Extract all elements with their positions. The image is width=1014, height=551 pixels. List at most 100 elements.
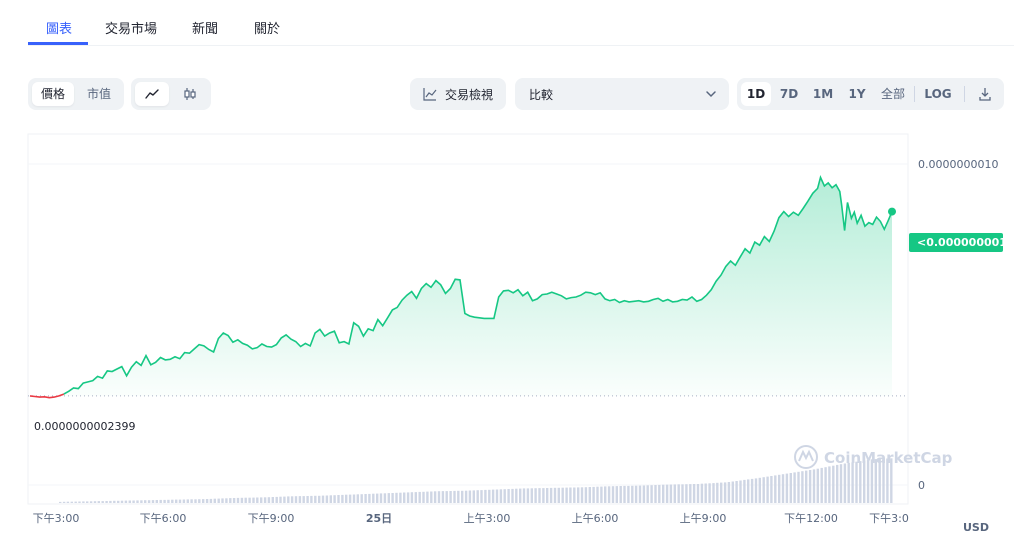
volume-bar (298, 496, 302, 503)
volume-bar (700, 483, 704, 503)
volume-bar (778, 474, 781, 503)
volume-bar (151, 500, 155, 503)
price-line-above-baseline (63, 175, 893, 395)
watermark-logo-mark (798, 449, 814, 462)
volume-bar (74, 501, 77, 503)
volume-bar (577, 487, 580, 503)
volume-bar (499, 489, 503, 503)
tab-news[interactable]: 新聞 (192, 18, 218, 37)
trading-view-button[interactable]: 交易檢視 (410, 78, 506, 110)
range-7d[interactable]: 7D (774, 82, 804, 106)
volume-bar (101, 501, 104, 503)
volume-bar (178, 499, 182, 503)
range-1m[interactable]: 1M (807, 82, 839, 106)
volume-bar (194, 499, 197, 503)
range-1y[interactable]: 1Y (842, 82, 872, 106)
tab-markets[interactable]: 交易市場 (105, 18, 157, 37)
volume-bar (739, 480, 742, 503)
volume-bar (271, 497, 274, 503)
line-chart-button[interactable] (135, 82, 169, 106)
volume-bar (403, 492, 406, 503)
volume-bar (797, 471, 800, 503)
volume-bar (325, 495, 329, 503)
volume-bar (283, 496, 286, 503)
volume-bar (546, 488, 549, 503)
metric-toggle: 價格 市值 (28, 78, 124, 110)
y-axis-label-top: 0.0000000010 (918, 158, 998, 171)
volume-bar (878, 458, 881, 503)
volume-bar (689, 484, 692, 503)
range-1d[interactable]: 1D (741, 82, 771, 106)
x-tick-label: 上午6:00 (572, 512, 619, 525)
volume-bar (696, 484, 700, 503)
download-button[interactable] (972, 82, 998, 106)
x-tick-label: 上午3:00 (464, 512, 511, 525)
tab-chart[interactable]: 圖表 (46, 18, 72, 37)
chart-type-toggle (131, 78, 211, 110)
volume-bar (720, 482, 723, 503)
volume-bar (314, 495, 317, 503)
volume-bar (870, 459, 874, 503)
volume-bar (824, 467, 827, 503)
volume-bar (511, 488, 514, 503)
volume-bar (368, 493, 371, 503)
volume-bar (534, 488, 537, 503)
volume-bar (418, 491, 421, 503)
volume-bar (839, 464, 843, 503)
volume-bar (491, 489, 495, 503)
x-tick-label: 下午6:00 (140, 512, 187, 525)
download-icon (979, 88, 991, 101)
volume-bar (816, 468, 819, 503)
volume-bar (62, 501, 66, 503)
volume-bar (646, 485, 649, 503)
volume-bar (677, 484, 680, 503)
volume-bar (580, 487, 584, 503)
volume-bar (770, 476, 773, 503)
volume-bar (422, 491, 425, 503)
tab-about[interactable]: 關於 (254, 18, 280, 37)
volume-bar (352, 494, 356, 503)
volume-bar (851, 462, 854, 503)
volume-bar (565, 487, 568, 503)
market-cap-toggle[interactable]: 市值 (78, 82, 120, 106)
volume-bar (345, 494, 348, 503)
volume-bar (364, 494, 367, 503)
range-divider-2 (964, 86, 965, 102)
range-all[interactable]: 全部 (876, 82, 910, 106)
volume-bar (859, 461, 862, 503)
volume-bar (117, 500, 120, 503)
volume-bar (836, 464, 839, 503)
volume-bar (789, 473, 792, 503)
volume-bar (808, 470, 812, 503)
volume-bar (623, 485, 626, 503)
volume-bar (82, 501, 85, 503)
price-area (63, 177, 893, 396)
trading-view-label: 交易檢視 (445, 88, 494, 102)
x-tick-label: 25日 (366, 512, 392, 525)
volume-bar (329, 495, 332, 503)
line-chart-icon (145, 89, 159, 99)
volume-bar (747, 479, 750, 503)
volume-bar (430, 491, 433, 503)
compare-select[interactable]: 比較 (515, 78, 729, 110)
x-tick-label: 下午3:0 (869, 512, 909, 525)
last-price-dot (888, 207, 896, 216)
log-scale-button[interactable]: LOG (920, 82, 956, 106)
volume-bar (557, 487, 560, 503)
volume-bar (391, 493, 394, 503)
volume-bar (569, 487, 572, 503)
volume-bar (600, 486, 603, 503)
price-toggle[interactable]: 價格 (32, 82, 74, 106)
volume-bar (59, 501, 62, 503)
volume-bar (820, 467, 823, 503)
candlestick-button[interactable] (173, 82, 207, 106)
compare-label: 比較 (529, 88, 554, 102)
x-tick-label: 上午9:00 (680, 512, 727, 525)
volume-bar (321, 495, 325, 503)
trading-view-icon (423, 88, 437, 101)
volume-bar (611, 486, 615, 503)
x-tick-label: 下午3:00 (33, 512, 80, 525)
y-axis-label-zero: 0 (918, 479, 925, 492)
volume-bar (604, 486, 607, 503)
volume-bar (727, 482, 731, 503)
